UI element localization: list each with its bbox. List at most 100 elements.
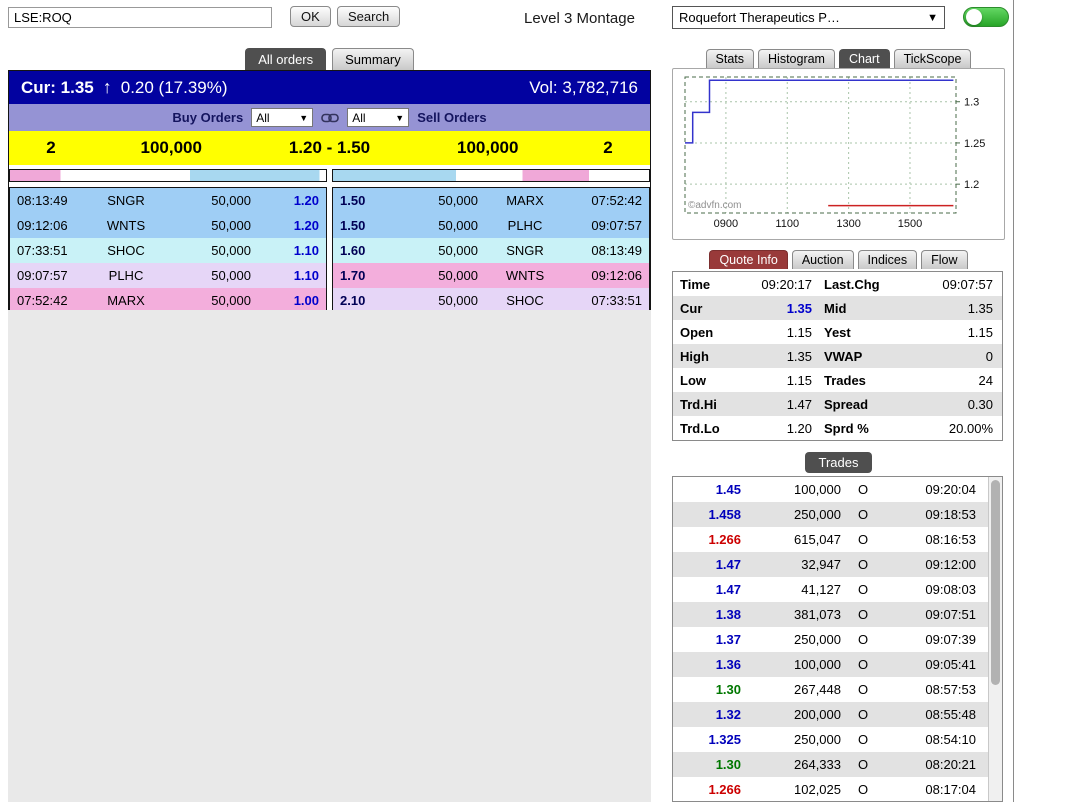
- trade-row: 1.266 102,025 O 08:17:04: [673, 777, 1002, 801]
- trade-row: 1.45 100,000 O 09:20:04: [673, 477, 1002, 502]
- sell-order-row: 1.70 50,000 WNTS 09:12:06: [333, 263, 649, 288]
- stat-label: VWAP: [824, 348, 863, 364]
- svg-text:1100: 1100: [775, 218, 799, 230]
- tab-summary[interactable]: Summary: [332, 48, 414, 70]
- market-maker: SNGR: [506, 243, 544, 258]
- trade-price: 1.38: [715, 607, 741, 622]
- trade-type: O: [857, 757, 869, 772]
- buy-total-size: 100,000: [140, 138, 202, 157]
- trade-row: 1.36 100,000 O 09:05:41: [673, 652, 1002, 677]
- stat-value: 1.15: [786, 372, 812, 388]
- trade-size: 100,000: [794, 482, 841, 497]
- order-size: 50,000: [438, 293, 478, 308]
- tab-indices[interactable]: Indices: [857, 250, 918, 269]
- order-price: 1.00: [293, 293, 319, 308]
- buy-order-count: 2: [46, 138, 56, 157]
- trade-row: 1.458 250,000 O 09:18:53: [673, 502, 1002, 527]
- tab-chart[interactable]: Chart: [838, 49, 890, 68]
- trade-price: 1.30: [715, 682, 741, 697]
- order-time: 08:13:49: [591, 243, 642, 258]
- tab-quote-info[interactable]: Quote Info: [709, 250, 788, 269]
- chart-tabs: Stats Histogram Chart TickScope: [672, 46, 1005, 68]
- tab-all-orders[interactable]: All orders: [245, 48, 327, 70]
- order-price: 1.20: [293, 193, 319, 208]
- sell-order-row: 1.50 50,000 PLHC 09:07:57: [333, 213, 649, 238]
- trade-type: O: [857, 532, 869, 547]
- trade-time: 08:54:10: [925, 732, 976, 747]
- stat-label: Low: [680, 372, 706, 388]
- quote-info-row: Trd.Lo 1.20 Sprd % 20.00%: [673, 416, 1002, 440]
- tab-stats[interactable]: Stats: [705, 49, 755, 68]
- sell-depth-bar: [332, 169, 650, 182]
- market-maker: SNGR: [107, 193, 145, 208]
- scrollbar-thumb[interactable]: [991, 480, 1000, 685]
- buy-filter-select[interactable]: All ▼: [251, 108, 314, 127]
- trade-price: 1.32: [715, 707, 741, 722]
- stat-label: Yest: [824, 324, 851, 340]
- svg-text:©advfn.com: ©advfn.com: [688, 200, 742, 211]
- search-button[interactable]: Search: [337, 6, 401, 27]
- tab-auction[interactable]: Auction: [791, 250, 854, 269]
- trade-row: 1.325 250,000 O 08:54:10: [673, 727, 1002, 752]
- stat-value: 09:20:17: [761, 276, 812, 292]
- trade-time: 08:17:04: [925, 782, 976, 797]
- order-size: 50,000: [211, 268, 251, 283]
- trades-scrollbar[interactable]: [988, 477, 1002, 801]
- buy-order-row: 09:12:06 WNTS 50,000 1.20: [10, 213, 326, 238]
- trade-type: O: [857, 582, 869, 597]
- order-time: 09:07:57: [17, 268, 68, 283]
- toggle-knob-icon: [966, 9, 982, 25]
- stat-label: Trd.Hi: [680, 396, 717, 412]
- tab-trades[interactable]: Trades: [804, 452, 873, 473]
- stat-value: 1.35: [967, 300, 993, 316]
- stat-value: 1.35: [786, 300, 812, 316]
- sell-total-size: 100,000: [457, 138, 519, 157]
- trade-price: 1.37: [715, 632, 741, 647]
- sell-filter-select[interactable]: All ▼: [347, 108, 410, 127]
- stat-value: 1.35: [786, 348, 812, 364]
- market-maker: PLHC: [108, 268, 144, 283]
- symbol-input[interactable]: [8, 7, 272, 28]
- tab-tickscope[interactable]: TickScope: [893, 49, 972, 68]
- stream-toggle[interactable]: [963, 7, 1009, 27]
- svg-text:1.2: 1.2: [964, 179, 979, 191]
- svg-text:1.3: 1.3: [964, 97, 979, 109]
- top-toolbar: OK Search Level 3 Montage Roquefort Ther…: [0, 0, 1013, 38]
- stat-label: Mid: [824, 300, 847, 316]
- sell-order-count: 2: [603, 138, 613, 157]
- order-time: 09:12:06: [17, 218, 68, 233]
- sell-orders-label: Sell Orders: [417, 110, 487, 125]
- stat-value: 09:07:57: [942, 276, 993, 292]
- trade-type: O: [857, 657, 869, 672]
- trade-type: O: [857, 557, 869, 572]
- trade-time: 09:05:41: [925, 657, 976, 672]
- order-price: 1.50: [340, 218, 366, 233]
- link-filters-icon[interactable]: [321, 112, 340, 124]
- stat-label: Trd.Lo: [680, 420, 720, 436]
- trade-row: 1.37 250,000 O 09:07:39: [673, 627, 1002, 652]
- price-chart: 0900 1100 1300 1500 1.3 1.25 1.2 ©advfn.com: [684, 76, 985, 230]
- svg-text:1.25: 1.25: [964, 138, 985, 150]
- market-maker: MARX: [107, 293, 145, 308]
- quote-header-bar: Cur: 1.35 ↑ 0.20 (17.39%) Vol: 3,782,716: [9, 71, 650, 104]
- trades-list: 1.45 100,000 O 09:20:04 1.458 250,000 O …: [672, 476, 1003, 802]
- security-select[interactable]: Roquefort Therapeutics P… ▼: [672, 6, 945, 29]
- order-size: 50,000: [438, 243, 478, 258]
- stat-value: 24: [978, 372, 993, 388]
- trade-row: 1.30 267,448 O 08:57:53: [673, 677, 1002, 702]
- stat-value: 1.15: [967, 324, 993, 340]
- market-maker: PLHC: [507, 218, 543, 233]
- ok-button[interactable]: OK: [290, 6, 331, 27]
- chevron-down-icon: ▼: [299, 112, 309, 123]
- tab-histogram[interactable]: Histogram: [758, 49, 835, 68]
- trade-type: O: [857, 607, 869, 622]
- market-maker: WNTS: [106, 218, 146, 233]
- quote-tabs: Quote Info Auction Indices Flow: [672, 249, 1005, 269]
- tab-flow[interactable]: Flow: [921, 250, 968, 269]
- trade-price: 1.45: [715, 482, 741, 497]
- trade-size: 200,000: [794, 707, 841, 722]
- level1-strip: 2 100,000 1.20 - 1.50 100,000 2: [9, 131, 650, 165]
- stat-label: Last.Chg: [824, 276, 880, 292]
- trade-price: 1.458: [708, 507, 741, 522]
- trade-time: 08:20:21: [925, 757, 976, 772]
